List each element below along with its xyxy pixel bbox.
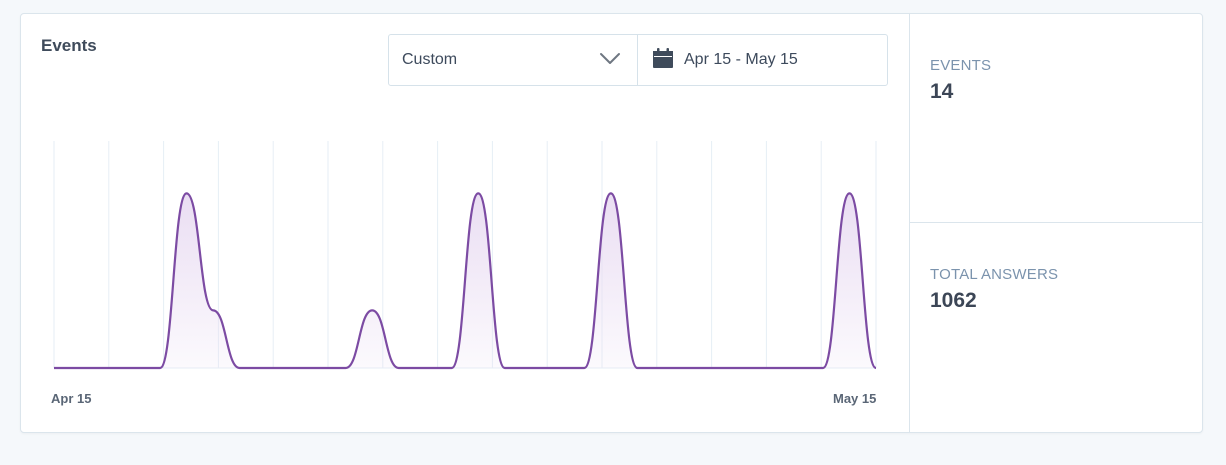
stat-total-answers: TOTAL ANSWERS 1062 — [910, 223, 1203, 434]
x-axis-start-label: Apr 15 — [51, 391, 92, 406]
stat-events: EVENTS 14 — [910, 14, 1203, 223]
stats-panel: EVENTS 14 TOTAL ANSWERS 1062 — [909, 14, 1203, 432]
stat-label: TOTAL ANSWERS — [930, 266, 1059, 283]
events-card: Events Custom Apr 15 - May 15 Apr 15 May… — [20, 13, 1203, 433]
stat-value: 14 — [930, 80, 954, 103]
events-area-chart — [53, 141, 878, 370]
x-axis-end-label: May 15 — [833, 391, 877, 406]
stat-label: EVENTS — [930, 57, 992, 74]
stat-value: 1062 — [930, 289, 977, 312]
events-chart-panel: Events Custom Apr 15 - May 15 Apr 15 May… — [21, 14, 909, 432]
